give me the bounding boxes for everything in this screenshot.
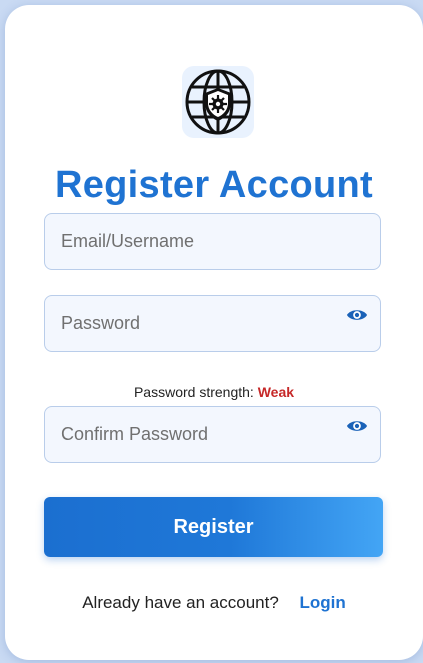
password-strength-label: Password strength:	[133, 384, 254, 400]
app-logo	[182, 66, 254, 138]
login-prompt: Already have an account? Login	[5, 593, 423, 613]
email-username-input[interactable]	[45, 214, 380, 269]
confirm-password-input[interactable]	[45, 407, 380, 462]
eye-icon[interactable]	[346, 307, 368, 323]
login-link[interactable]: Login	[300, 593, 346, 612]
page-title: Register Account	[54, 164, 373, 206]
confirm-password-field-wrapper	[44, 406, 381, 463]
login-prompt-text: Already have an account?	[82, 593, 279, 612]
register-card: Register Account Password strength: Weak…	[5, 5, 423, 660]
register-button[interactable]: Register	[44, 497, 383, 557]
password-input[interactable]	[45, 296, 380, 351]
email-field-wrapper	[44, 213, 381, 270]
password-field-wrapper	[44, 295, 381, 352]
eye-icon[interactable]	[346, 418, 368, 434]
password-strength: Password strength: Weak	[5, 384, 423, 400]
globe-shield-gear-icon	[185, 69, 251, 135]
password-strength-value: Weak	[257, 384, 295, 400]
